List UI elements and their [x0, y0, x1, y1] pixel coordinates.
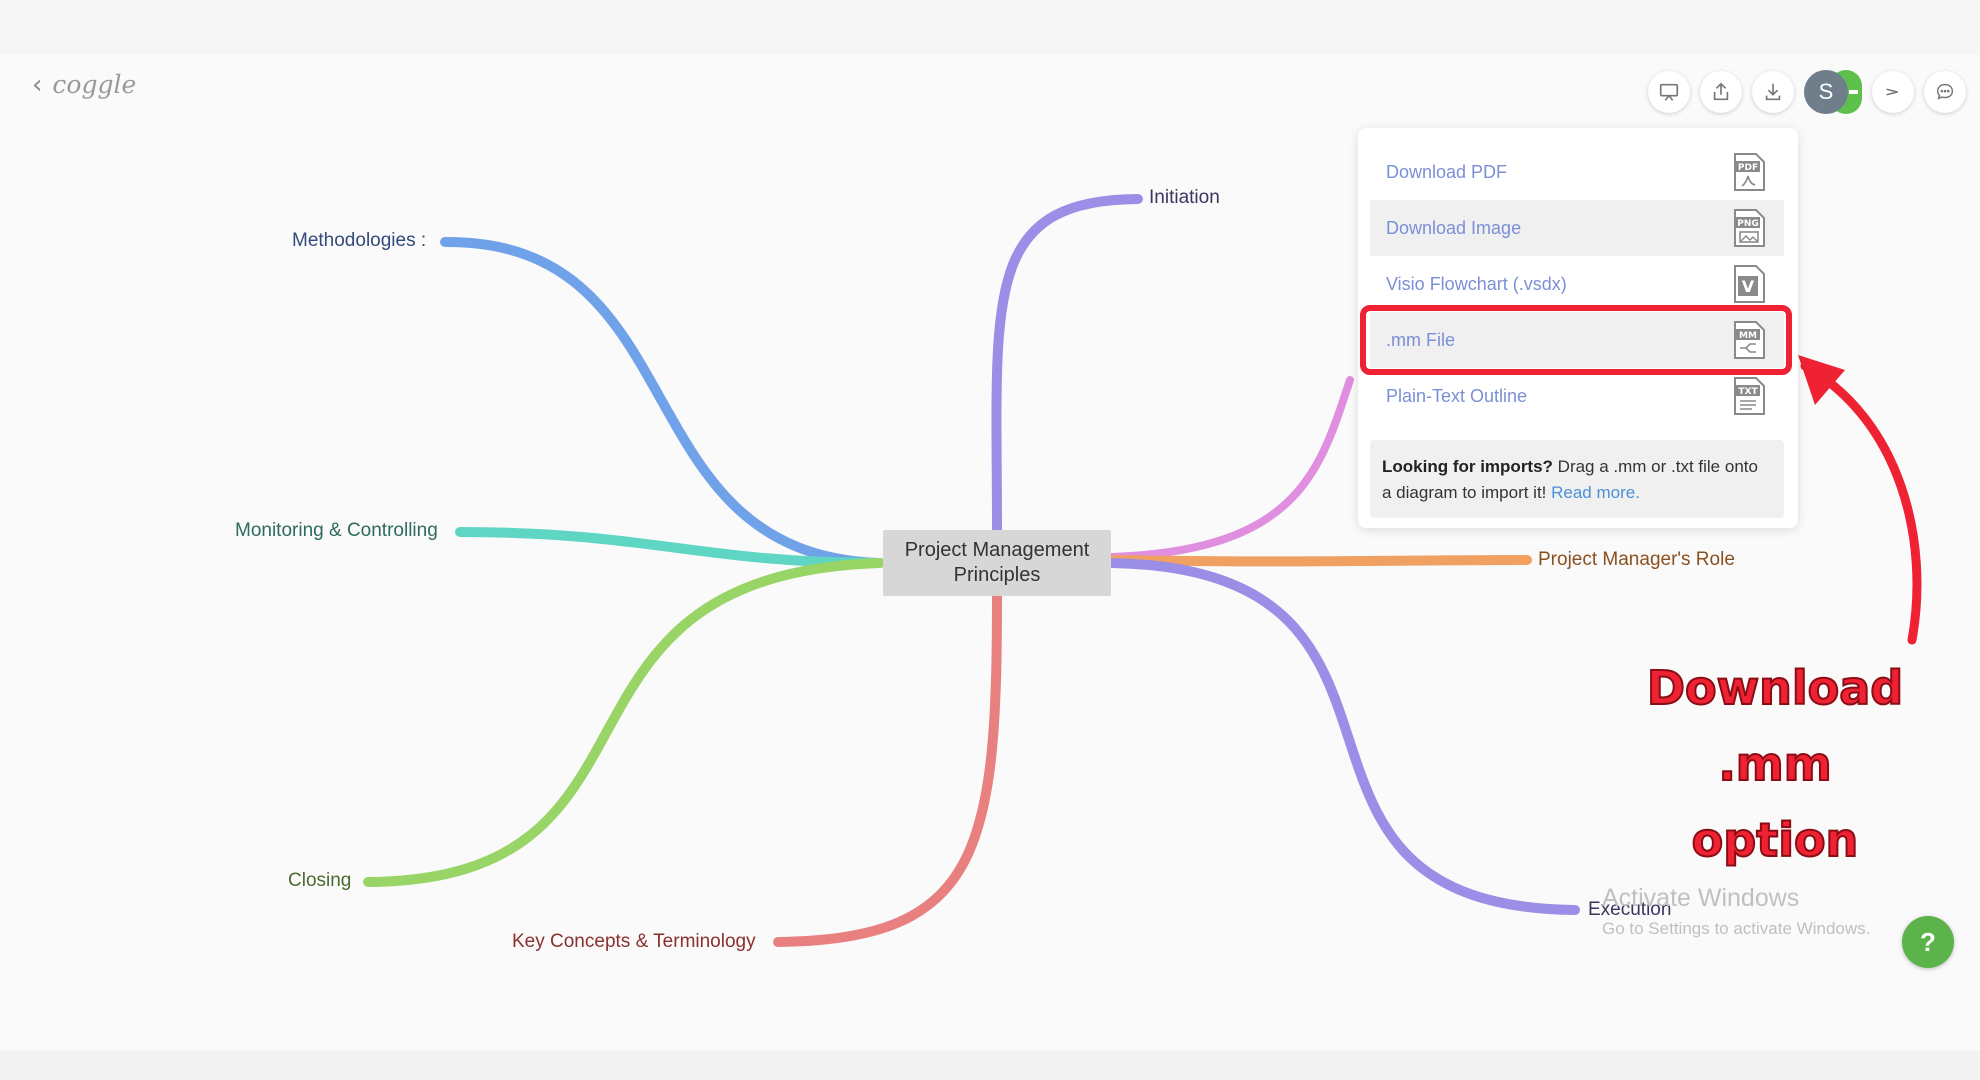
node-closing[interactable]: Closing: [288, 870, 351, 892]
annotation-arrow: [1800, 361, 1922, 645]
png-file-icon: PNG: [1734, 209, 1765, 247]
menu-item-plain-text[interactable]: Plain-Text Outline TXT: [1370, 368, 1784, 424]
menu-item-label: Plain-Text Outline: [1386, 385, 1528, 406]
central-node[interactable]: Project Management Principles: [883, 530, 1111, 596]
node-project-manager-role[interactable]: Project Manager's Role: [1538, 549, 1735, 571]
branch-line-initiation: [991, 194, 1143, 535]
menu-item-label: Visio Flowchart (.vsdx): [1386, 273, 1567, 294]
node-initiation[interactable]: Initiation: [1149, 187, 1220, 209]
txt-file-icon: TXT: [1734, 377, 1765, 415]
menu-item-download-image[interactable]: Download Image PNG: [1370, 200, 1784, 256]
annotation-arrowhead: [1798, 355, 1845, 405]
visio-icon-tag: V: [1742, 277, 1755, 296]
branch-line-monitoring: [455, 527, 885, 568]
branch-line-methodologies: [440, 236, 885, 568]
node-monitoring[interactable]: Monitoring & Controlling: [235, 520, 438, 542]
branch-line-key-concepts: [773, 591, 1002, 947]
annotation-line-2: option: [1691, 812, 1860, 868]
imports-info: Looking for imports? Drag a .mm or .txt …: [1370, 440, 1784, 518]
txt-icon-tag: TXT: [1738, 387, 1758, 397]
read-more-link[interactable]: Read more.: [1551, 483, 1640, 502]
png-icon-tag: PNG: [1737, 219, 1759, 229]
branch-line-role: [1107, 555, 1532, 567]
annotation-line-1: Download .mm: [1646, 660, 1904, 792]
visio-file-icon: V: [1734, 265, 1765, 303]
highlight-box: [1360, 305, 1792, 375]
menu-item-label: Download PDF: [1386, 161, 1508, 182]
menu-item-download-pdf[interactable]: Download PDF PDF: [1370, 144, 1784, 200]
branch-line-closing: [363, 558, 885, 887]
watermark-line-2: Go to Settings to activate Windows.: [1602, 919, 1871, 938]
pdf-icon-tag: PDF: [1738, 163, 1758, 173]
menu-item-label: Download Image: [1386, 217, 1522, 238]
menu-item-visio-flowchart[interactable]: Visio Flowchart (.vsdx) V: [1370, 256, 1784, 312]
pdf-file-icon: PDF: [1734, 153, 1765, 191]
imports-heading: Looking for imports?: [1382, 457, 1553, 476]
annotation-text: Download .mm option: [1585, 650, 1965, 878]
node-methodologies[interactable]: Methodologies :: [292, 230, 426, 252]
activate-windows-watermark: Activate Windows Go to Settings to activ…: [1602, 884, 1870, 939]
branch-line-execution: [1107, 558, 1580, 915]
watermark-line-1: Activate Windows: [1602, 884, 1800, 912]
help-button[interactable]: ?: [1902, 916, 1954, 968]
node-key-concepts[interactable]: Key Concepts & Terminology: [512, 931, 756, 953]
branch-line-pink: [1108, 376, 1354, 561]
